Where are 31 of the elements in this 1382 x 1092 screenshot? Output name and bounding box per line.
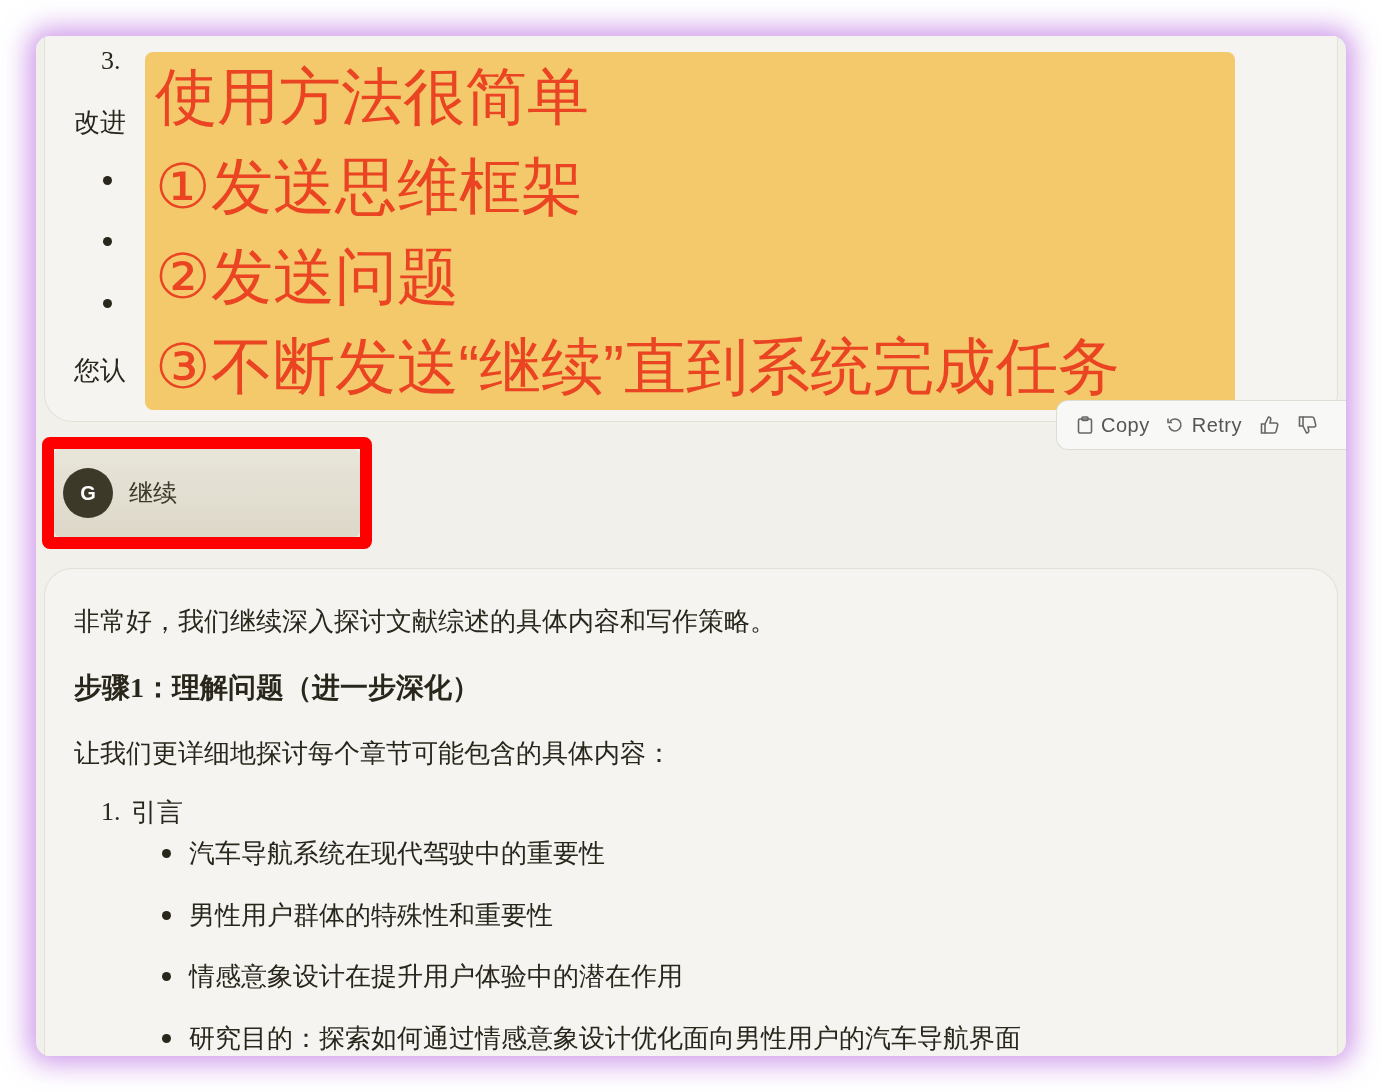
list-item-text: 男性用户群体的特殊性和重要性 [189, 899, 553, 932]
list-item-text: 汽车导航系统在现代驾驶中的重要性 [189, 837, 605, 870]
message-text: 继续 [129, 478, 177, 508]
bullet-icon [103, 298, 112, 308]
bullet-icon [162, 848, 171, 858]
annotation-text: ①发送思维框架 [155, 151, 583, 223]
bullet-icon [162, 910, 171, 920]
bullet-icon [162, 971, 171, 981]
annotation-text: ③不断发送“继续”直到系统完成任务 [155, 331, 1120, 403]
section-heading: 步骤1：理解问题（进一步深化） [74, 671, 480, 705]
user-avatar: G [63, 468, 113, 518]
paragraph-text: 非常好，我们继续深入探讨文献综述的具体内容和写作策略。 [74, 605, 776, 638]
list-item-text: 情感意象设计在提升用户体验中的潜在作用 [189, 960, 683, 993]
thumbs-up-icon[interactable] [1260, 415, 1280, 435]
bullet-icon [103, 175, 112, 185]
retry-button[interactable]: Retry [1159, 409, 1248, 441]
annotation-text: 使用方法很简单 [155, 61, 589, 133]
retry-icon [1165, 416, 1184, 434]
paragraph-text: 您认 [74, 354, 126, 387]
bullet-icon [162, 1033, 171, 1043]
paragraph-text: 改进 [74, 106, 126, 139]
bullet-icon [103, 236, 112, 246]
list-item-text: 引言 [131, 796, 183, 829]
clipboard-icon [1077, 416, 1093, 434]
annotation-text: ②发送问题 [155, 241, 459, 313]
paragraph-text: 让我们更详细地探讨每个章节可能包含的具体内容： [74, 737, 672, 770]
copy-button[interactable]: Copy [1071, 409, 1156, 441]
list-number: 3. [101, 46, 121, 76]
thumbs-down-icon[interactable] [1298, 415, 1318, 435]
list-number: 1. [101, 797, 121, 827]
list-item-text: 研究目的：探索如何通过情感意象设计优化面向男性用户的汽车导航界面 [189, 1022, 1021, 1055]
